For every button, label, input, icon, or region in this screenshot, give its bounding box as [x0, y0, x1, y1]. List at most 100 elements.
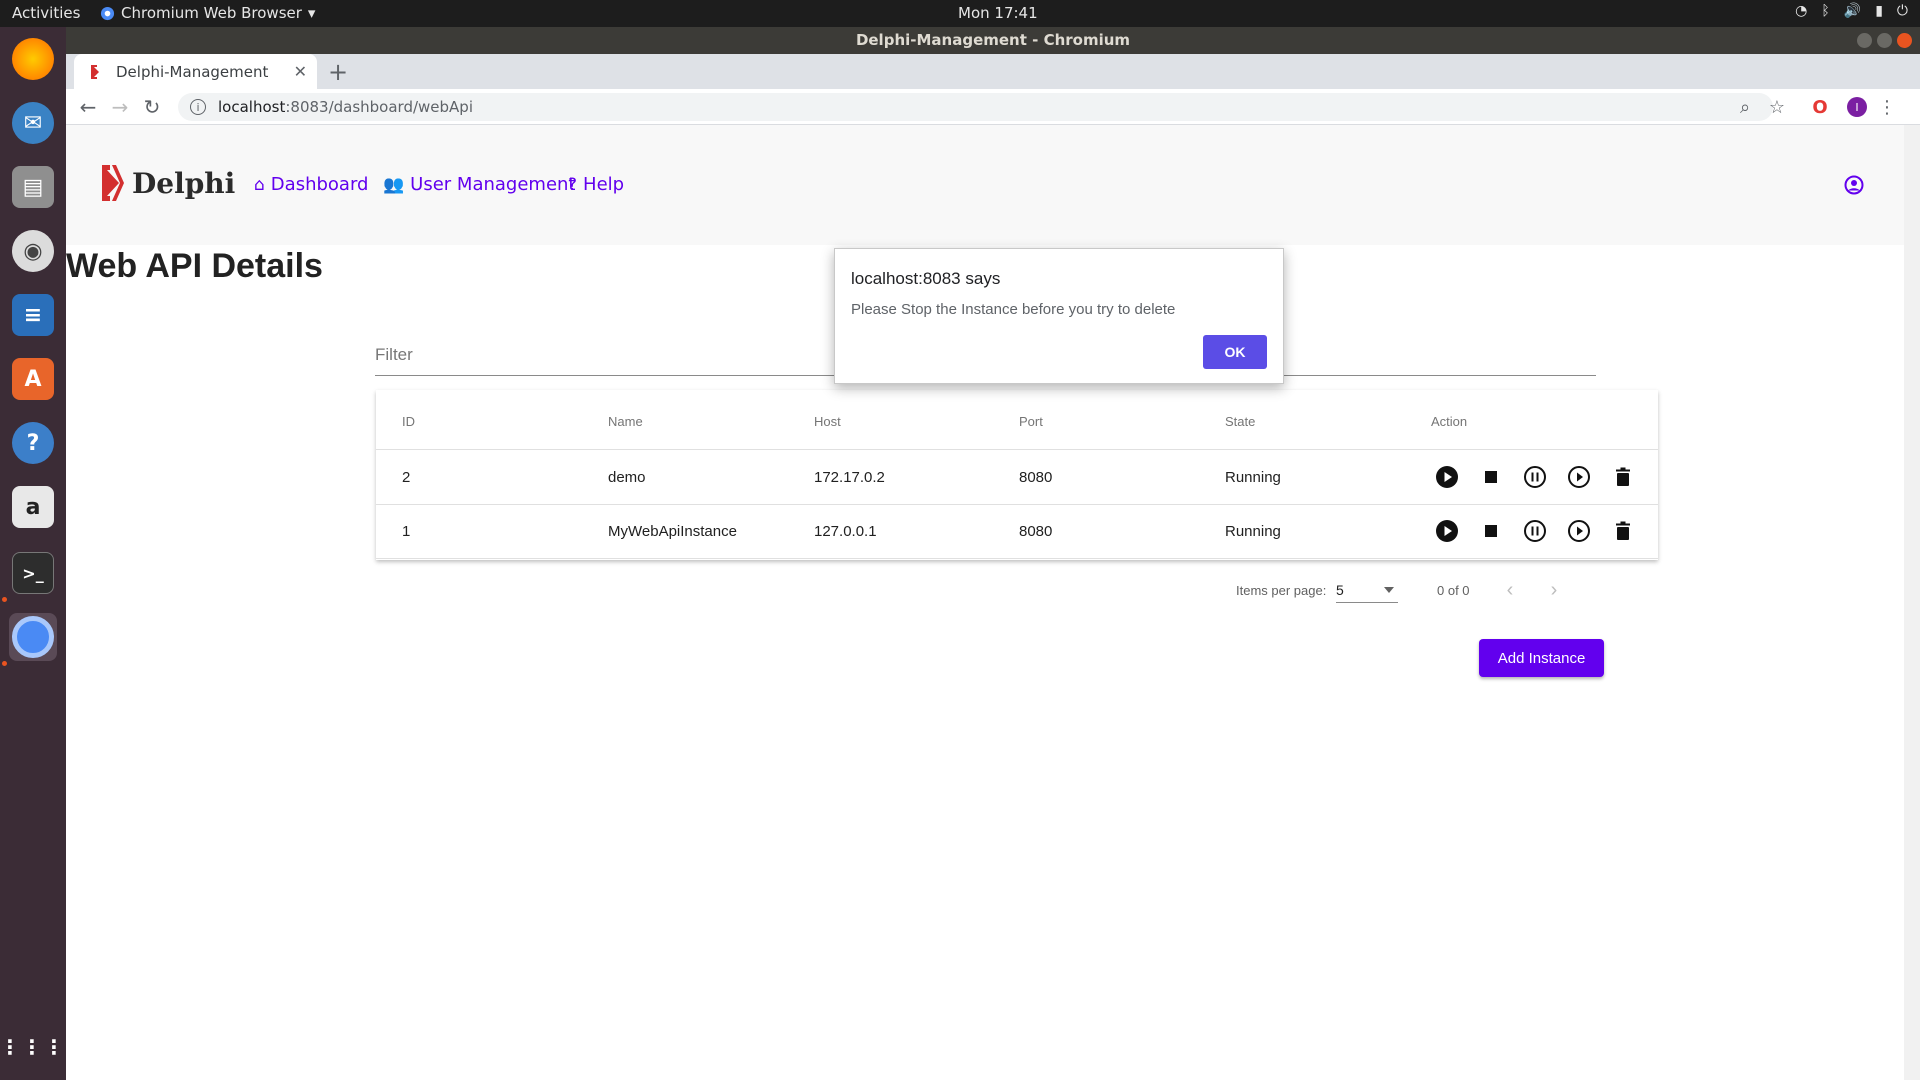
- page-title: Web API Details: [66, 247, 323, 285]
- help-launcher[interactable]: ?: [9, 419, 57, 467]
- page-size-value: 5: [1336, 582, 1344, 598]
- running-indicator: [2, 597, 7, 602]
- items-per-page-label: Items per page:: [1236, 583, 1327, 598]
- cell-port: 8080: [1019, 469, 1053, 486]
- header-id: ID: [402, 414, 415, 429]
- page-size-select[interactable]: 5: [1336, 579, 1398, 603]
- nav-dashboard-label: Dashboard: [270, 174, 369, 195]
- terminal-launcher[interactable]: >_: [9, 549, 57, 597]
- start-button[interactable]: [1434, 518, 1460, 544]
- stop-icon: [1485, 525, 1497, 537]
- maximize-button[interactable]: [1877, 33, 1892, 48]
- alert-ok-button[interactable]: OK: [1203, 335, 1267, 369]
- instances-table: ID Name Host Port State Action 2 demo 17…: [376, 390, 1658, 560]
- files-launcher[interactable]: ▤: [9, 163, 57, 211]
- cell-host: 127.0.0.1: [814, 523, 877, 540]
- firefox-launcher[interactable]: [9, 35, 57, 83]
- url-path: :8083/dashboard/webApi: [285, 98, 473, 116]
- site-info-icon[interactable]: i: [190, 99, 206, 115]
- delete-button[interactable]: [1610, 464, 1636, 490]
- resume-button[interactable]: [1566, 518, 1592, 544]
- reload-button[interactable]: ↻: [140, 95, 164, 119]
- app-navbar: Delphi ⌂ Dashboard 👥 User Management ? H…: [66, 125, 1904, 245]
- clock[interactable]: Mon 17:41: [958, 4, 1038, 22]
- stop-button[interactable]: [1478, 464, 1504, 490]
- cell-state: Running: [1225, 469, 1281, 486]
- nav-dashboard[interactable]: ⌂ Dashboard: [254, 174, 368, 195]
- tab-delphi-management[interactable]: Delphi-Management ✕: [74, 54, 317, 89]
- cell-id: 2: [402, 469, 411, 486]
- opera-extension-icon[interactable]: O: [1809, 96, 1831, 118]
- profile-avatar[interactable]: I: [1846, 96, 1868, 118]
- writer-launcher[interactable]: ≡: [9, 291, 57, 339]
- delete-button[interactable]: [1610, 518, 1636, 544]
- arrow-right-icon: →: [111, 95, 129, 119]
- delphi-logo-mark-icon: [102, 165, 124, 201]
- next-page-button[interactable]: ›: [1542, 578, 1566, 602]
- page-range: 0 of 0: [1437, 583, 1470, 598]
- page-scrollbar[interactable]: [1904, 125, 1920, 1080]
- volume-icon: 🔊: [1843, 3, 1862, 19]
- user-circle-icon[interactable]: [1844, 175, 1864, 195]
- resume-button[interactable]: [1566, 464, 1592, 490]
- zoom-icon[interactable]: ⌕: [1734, 96, 1756, 118]
- chromium-icon: [100, 6, 115, 20]
- nav-user-management-label: User Management: [410, 174, 576, 195]
- paginator: Items per page: 5 0 of 0 ‹ ›: [1236, 575, 1656, 605]
- back-button[interactable]: ←: [76, 95, 100, 119]
- help-icon: ?: [12, 422, 54, 464]
- address-bar[interactable]: i localhost:8083/dashboard/webApi: [178, 93, 1773, 121]
- home-icon: ⌂: [254, 174, 265, 195]
- chromium-launcher[interactable]: [9, 613, 57, 661]
- rhythmbox-launcher[interactable]: ◉: [9, 227, 57, 275]
- header-name: Name: [608, 414, 643, 429]
- terminal-icon: >_: [12, 552, 54, 594]
- delphi-favicon-icon: [91, 64, 99, 79]
- chevron-left-icon: ‹: [1506, 578, 1514, 601]
- forward-button[interactable]: →: [108, 95, 132, 119]
- minimize-button[interactable]: [1857, 33, 1872, 48]
- nav-help[interactable]: ? Help: [568, 174, 624, 195]
- wifi-icon: ◔: [1795, 3, 1808, 19]
- cell-host: 172.17.0.2: [814, 469, 885, 486]
- tab-close-icon[interactable]: ✕: [294, 62, 307, 81]
- tab-strip: Delphi-Management ✕ +: [66, 54, 1920, 89]
- app-menu[interactable]: Chromium Web Browser ▾: [100, 4, 315, 22]
- add-instance-button[interactable]: Add Instance: [1479, 639, 1604, 677]
- play-circle-outline-icon: [1568, 520, 1590, 542]
- bluetooth-icon: ᛒ: [1821, 3, 1830, 19]
- files-icon: ▤: [12, 166, 54, 208]
- previous-page-button[interactable]: ‹: [1498, 578, 1522, 602]
- window-close-button[interactable]: [1897, 33, 1912, 48]
- logo-text: Delphi: [132, 166, 236, 200]
- rhythmbox-icon: ◉: [12, 230, 54, 272]
- play-circle-outline-icon: [1568, 466, 1590, 488]
- cell-id: 1: [402, 523, 411, 540]
- stop-button[interactable]: [1478, 518, 1504, 544]
- nav-user-management[interactable]: 👥 User Management: [383, 174, 576, 195]
- pause-button[interactable]: [1522, 518, 1548, 544]
- cell-name: MyWebApiInstance: [608, 523, 737, 540]
- new-tab-button[interactable]: +: [328, 58, 348, 86]
- kebab-menu-icon[interactable]: ⋮: [1876, 96, 1898, 118]
- show-applications-button[interactable]: ⋮⋮⋮: [0, 1023, 64, 1071]
- thunderbird-launcher[interactable]: ✉: [9, 99, 57, 147]
- system-top-bar: Activities Chromium Web Browser ▾ Mon 17…: [0, 0, 1920, 27]
- pause-button[interactable]: [1522, 464, 1548, 490]
- start-button[interactable]: [1434, 464, 1460, 490]
- trash-icon: [1616, 521, 1630, 540]
- play-circle-filled-icon: [1436, 466, 1458, 488]
- page-content: Delphi ⌂ Dashboard 👥 User Management ? H…: [66, 125, 1904, 1080]
- amazon-icon: a: [12, 486, 54, 528]
- delphi-logo[interactable]: Delphi: [100, 163, 235, 203]
- header-state: State: [1225, 414, 1256, 429]
- nav-help-label: Help: [583, 174, 625, 195]
- cell-port: 8080: [1019, 523, 1053, 540]
- amazon-launcher[interactable]: a: [9, 483, 57, 531]
- system-tray[interactable]: ◔ ᛒ 🔊 ▮ ⏻: [1795, 3, 1908, 19]
- bookmark-star-icon[interactable]: ☆: [1766, 96, 1788, 118]
- software-launcher[interactable]: A: [9, 355, 57, 403]
- activities-button[interactable]: Activities: [12, 4, 80, 22]
- firefox-icon: [12, 38, 54, 80]
- browser-toolbar: ← → ↻ i localhost:8083/dashboard/webApi …: [66, 89, 1920, 125]
